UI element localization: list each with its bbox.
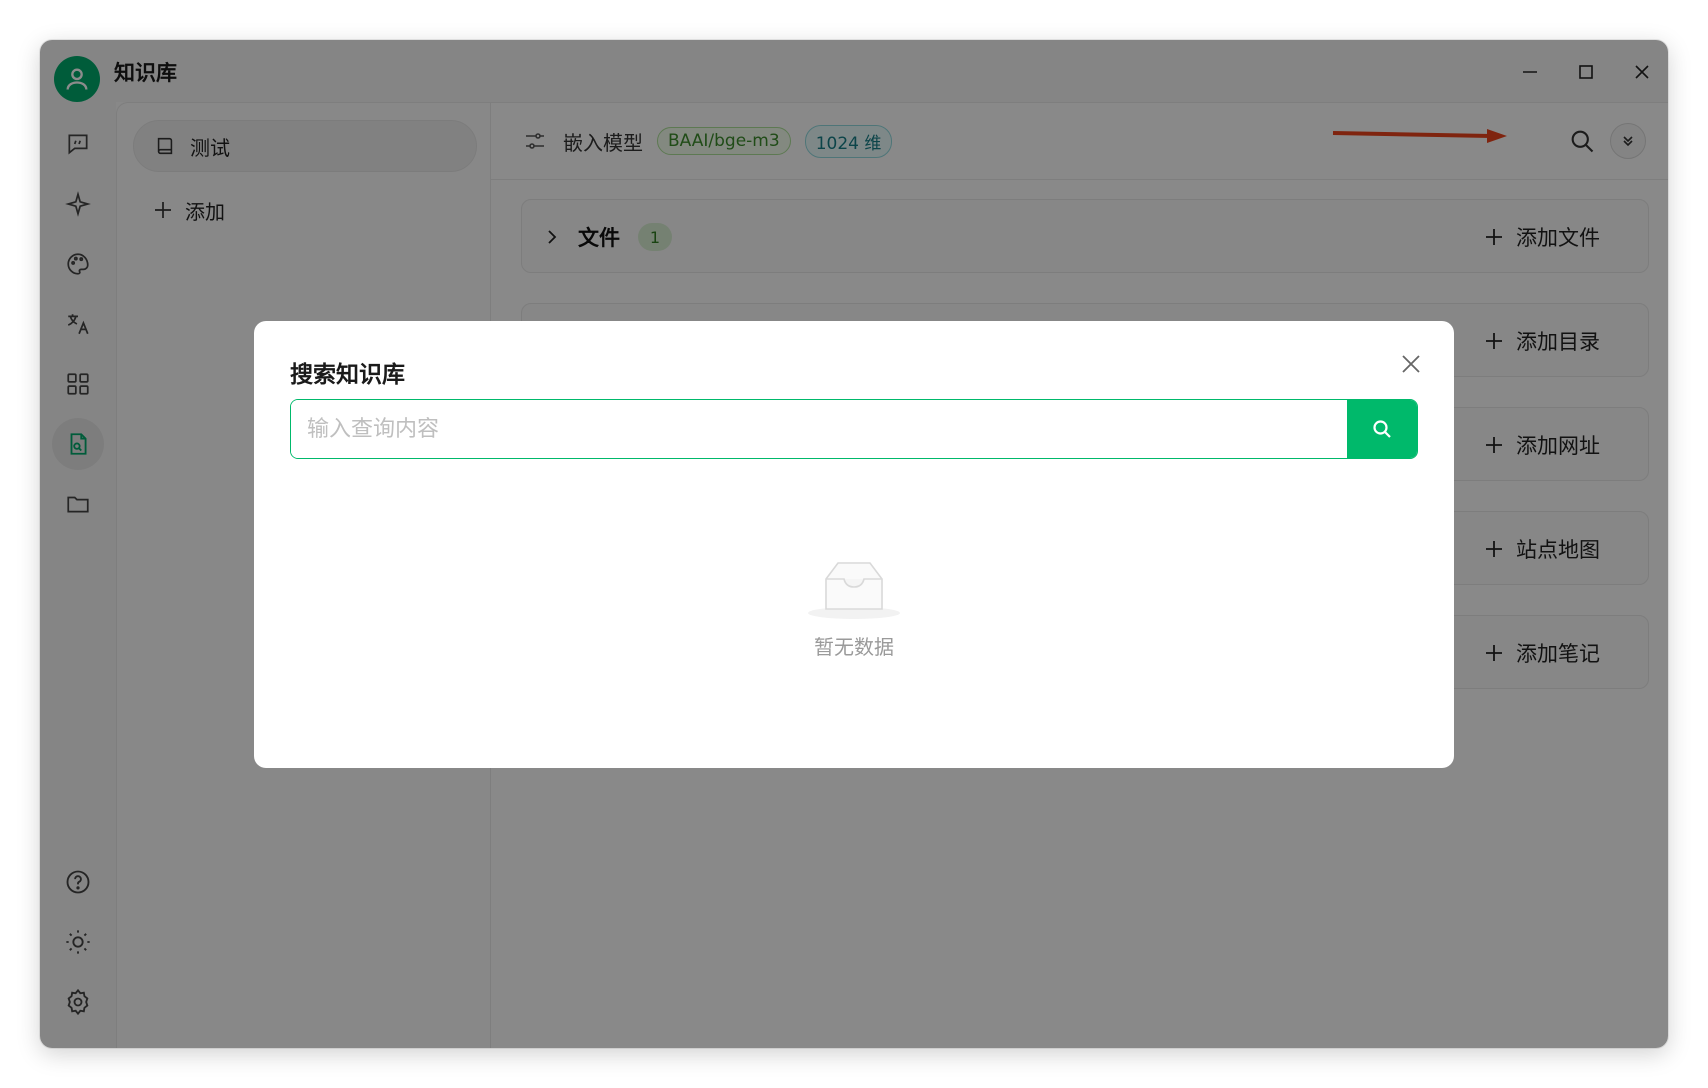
dialog-title: 搜索知识库 — [290, 362, 405, 388]
close-icon — [1402, 355, 1420, 373]
search-input[interactable] — [291, 400, 1347, 458]
dialog-close-button[interactable] — [1396, 349, 1426, 379]
empty-state: 暂无数据 — [254, 557, 1454, 660]
search-box — [290, 399, 1418, 459]
search-submit-button[interactable] — [1347, 400, 1417, 458]
search-knowledge-dialog: 搜索知识库 暂无数据 — [254, 321, 1454, 768]
empty-text: 暂无数据 — [814, 635, 894, 659]
search-icon — [1373, 420, 1391, 438]
empty-inbox-icon — [808, 562, 900, 619]
